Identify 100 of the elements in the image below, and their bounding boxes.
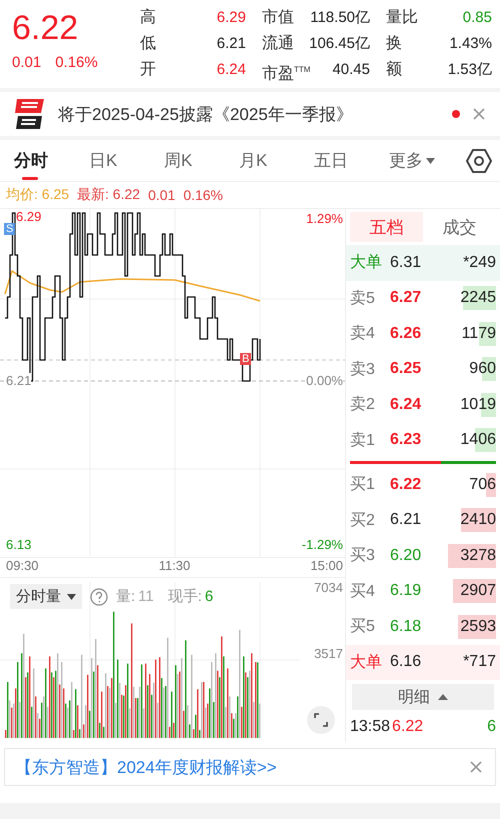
hand-label: 现手: — [168, 587, 202, 606]
base-price-label: 6.21 — [6, 373, 32, 388]
caret-icon — [67, 594, 76, 600]
order-volume: *717 — [463, 653, 496, 672]
stat-label: 低 — [140, 34, 157, 54]
stat-value: 6.29 — [216, 8, 246, 28]
chart-tab[interactable]: 日K — [89, 140, 164, 182]
order-volume: 706 — [469, 476, 496, 494]
volume-label: 量: — [116, 587, 136, 606]
volume-selector[interactable]: 分时量 — [10, 584, 82, 609]
low-price-label: 6.13 — [6, 537, 32, 552]
stat-label: 开 — [140, 60, 157, 80]
row-label: 买5 — [350, 617, 376, 638]
stat-value: 118.50亿 — [309, 8, 370, 28]
row-label: 卖1 — [350, 430, 376, 451]
volume-mid-label: 3517 — [314, 646, 343, 661]
latest-price: 最新: 6.22 — [77, 186, 140, 204]
price-change: 0.01 — [12, 54, 42, 71]
stat-label: 换 — [385, 34, 403, 54]
row-label: 买4 — [350, 582, 376, 602]
expand-icon — [314, 713, 328, 727]
close-icon — [469, 760, 483, 774]
stat-label: 高 — [140, 8, 157, 28]
book-tab[interactable]: 成交 — [423, 212, 496, 242]
stat-label: 流通 — [261, 34, 295, 54]
trade-marker: B — [240, 353, 252, 365]
stat-value: 106.45亿 — [308, 34, 370, 54]
order-volume: 2907 — [460, 582, 496, 600]
base-percent-label: 0.00% — [306, 373, 343, 388]
order-volume: 3278 — [460, 546, 496, 565]
help-icon[interactable] — [90, 588, 108, 606]
stat-value: 1.43% — [448, 34, 492, 54]
order-price: 6.21 — [390, 511, 422, 530]
chart-tab[interactable]: 更多 — [389, 140, 464, 182]
average-price: 均价: 6.25 — [6, 186, 70, 204]
order-price: 6.22 — [390, 476, 422, 494]
time-label: 11:30 — [158, 558, 190, 575]
order-price: 6.19 — [390, 582, 422, 600]
trade-time: 13:58 — [350, 718, 390, 736]
stat-value: 6.21 — [216, 34, 246, 54]
row-label: 大单 — [350, 252, 383, 274]
high-price-label: 6.29 — [16, 209, 42, 224]
stat-value: 6.24 — [216, 60, 246, 80]
order-volume: 1179 — [462, 324, 496, 343]
order-volume: *249 — [463, 254, 496, 272]
logo-icon — [14, 97, 46, 131]
row-label: 卖2 — [350, 394, 376, 416]
stat-value: 0.85 — [462, 8, 492, 28]
notice-text[interactable]: 将于2025-04-25披露《2025年一季报》 — [58, 102, 440, 126]
order-price: 6.31 — [390, 254, 422, 272]
stat-label: 市盈$^{TTM}$ — [261, 64, 308, 84]
stat-label: 量比 — [385, 8, 416, 28]
order-price: 6.27 — [390, 289, 422, 308]
row-label: 买1 — [350, 475, 376, 496]
time-label: 09:30 — [6, 558, 39, 575]
chart-tab[interactable]: 分时 — [14, 140, 89, 182]
order-volume: 2593 — [460, 618, 496, 636]
stat-value: 40.45 — [331, 60, 370, 80]
time-label: 15:00 — [310, 558, 343, 575]
low-percent-label: -1.29% — [302, 537, 343, 552]
order-price: 6.25 — [390, 360, 422, 378]
row-label: 卖4 — [350, 324, 376, 344]
trade-marker: S — [4, 223, 16, 235]
close-button[interactable] — [472, 107, 486, 121]
order-volume: 960 — [469, 360, 496, 378]
trade-volume: 6 — [487, 718, 496, 736]
order-volume: 2410 — [460, 511, 496, 530]
close-icon — [472, 107, 486, 121]
close-button[interactable] — [469, 760, 483, 774]
caret-icon — [426, 158, 435, 164]
price-change-percent: 0.16% — [55, 54, 98, 71]
chart-tab[interactable]: 月K — [239, 140, 314, 182]
row-label: 卖5 — [350, 288, 376, 309]
trade-price: 6.22 — [392, 718, 424, 736]
high-percent-label: 1.29% — [306, 211, 343, 226]
order-price: 6.26 — [390, 324, 422, 343]
order-volume: 2245 — [460, 289, 496, 308]
row-label: 买3 — [350, 546, 376, 566]
order-price: 6.16 — [390, 653, 422, 672]
order-volume: 1019 — [460, 396, 496, 414]
volume-value: 11 — [138, 588, 154, 605]
order-volume: 1406 — [460, 431, 496, 450]
row-label: 大单 — [350, 652, 383, 673]
stat-value: 1.53亿 — [446, 60, 492, 80]
stat-label: 市值 — [261, 8, 295, 28]
expand-button[interactable] — [307, 706, 335, 734]
chart-tab[interactable]: 五日 — [314, 140, 389, 182]
latest-change: 0.01 — [148, 187, 176, 203]
book-tab[interactable]: 五档 — [350, 212, 423, 242]
detail-button[interactable]: 明细 — [352, 684, 494, 710]
settings-icon[interactable] — [466, 148, 492, 172]
row-label: 卖3 — [350, 360, 376, 380]
stat-label: 额 — [385, 60, 403, 80]
row-label: 买2 — [350, 510, 376, 531]
order-price: 6.18 — [390, 618, 422, 636]
volume-max-label: 7034 — [314, 580, 343, 595]
order-price: 6.23 — [390, 431, 422, 450]
chart-tab[interactable]: 周K — [164, 140, 239, 182]
current-price: 6.22 — [12, 8, 80, 49]
order-price: 6.24 — [390, 396, 422, 414]
